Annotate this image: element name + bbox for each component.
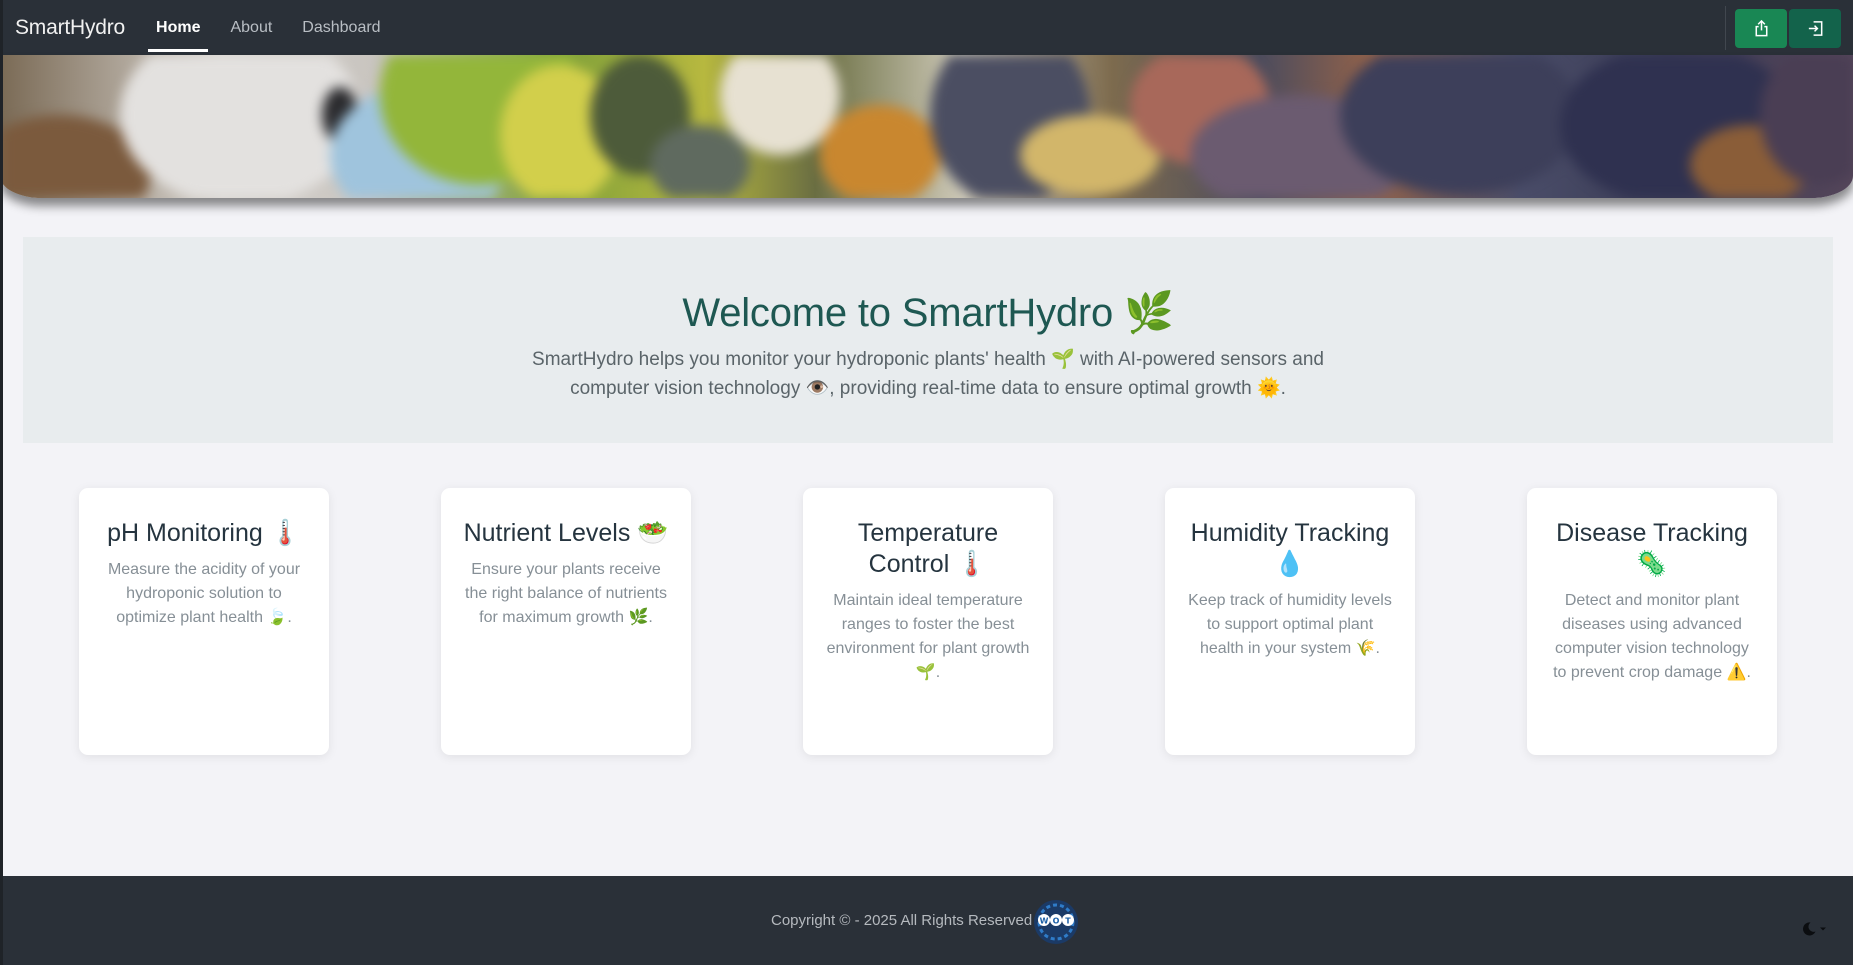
feature-card-description: Detect and monitor plant diseases using …: [1553, 592, 1751, 681]
feature-card-disease-tracking: Disease Tracking 🦠 Detect and monitor pl…: [1527, 488, 1777, 755]
nav-divider: [1725, 6, 1726, 50]
svg-text:O: O: [1053, 917, 1060, 926]
welcome-description: SmartHydro helps you monitor your hydrop…: [532, 349, 1324, 399]
welcome-section: Welcome to SmartHydro 🌿 SmartHydro helps…: [23, 237, 1833, 443]
nav-links: Home About Dashboard: [141, 0, 396, 55]
nav-link-about[interactable]: About: [222, 4, 280, 52]
welcome-title: Welcome to SmartHydro 🌿: [682, 291, 1174, 335]
feature-card-description: Measure the acidity of your hydroponic s…: [107, 561, 301, 626]
navbar: SmartHydro Home About Dashboard: [0, 0, 1853, 55]
feature-cards: pH Monitoring 🌡️ Measure the acidity of …: [79, 488, 1779, 755]
brand-logo-text[interactable]: SmartHydro: [15, 16, 125, 40]
footer: Copyright © - 2025 All Rights Reserved W…: [0, 876, 1853, 965]
svg-text:W: W: [1040, 917, 1049, 926]
share-button[interactable]: [1735, 8, 1787, 48]
feature-card-title: Temperature Control 🌡️: [857, 519, 999, 578]
feature-card-temperature-control: Temperature Control 🌡️ Maintain ideal te…: [803, 488, 1053, 755]
feature-card-title: pH Monitoring 🌡️: [107, 519, 301, 547]
feature-card-description: Ensure your plants receive the right bal…: [465, 561, 667, 626]
chevron-down-icon: [1820, 927, 1826, 931]
wot-logo-icon: W O T: [1034, 900, 1078, 944]
hero-banner-image: [0, 55, 1853, 198]
feature-card-title: Disease Tracking 🦠: [1556, 519, 1748, 578]
feature-card-nutrient-levels: Nutrient Levels 🥗 Ensure your plants rec…: [441, 488, 691, 755]
feature-card-humidity-tracking: Humidity Tracking 💧 Keep track of humidi…: [1165, 488, 1415, 755]
sign-in-icon: [1808, 20, 1822, 36]
share-icon: [1755, 19, 1767, 36]
nav-actions: [1725, 6, 1841, 50]
feature-card-title: Humidity Tracking 💧: [1190, 519, 1390, 578]
feature-card-description: Maintain ideal temperature ranges to fos…: [826, 592, 1030, 681]
nav-link-home[interactable]: Home: [148, 4, 209, 52]
nav-link-dashboard[interactable]: Dashboard: [294, 4, 388, 52]
copyright-text: Copyright © - 2025 All Rights Reserved: [771, 912, 1033, 929]
svg-text:T: T: [1065, 917, 1071, 926]
theme-toggle-button[interactable]: [1801, 921, 1827, 937]
feature-card-description: Keep track of humidity levels to support…: [1188, 592, 1392, 657]
window-edge: [0, 0, 3, 965]
sign-in-button[interactable]: [1789, 8, 1841, 48]
feature-card-ph-monitoring: pH Monitoring 🌡️ Measure the acidity of …: [79, 488, 329, 755]
feature-card-title: Nutrient Levels 🥗: [463, 519, 669, 547]
moon-icon: [1803, 922, 1816, 936]
